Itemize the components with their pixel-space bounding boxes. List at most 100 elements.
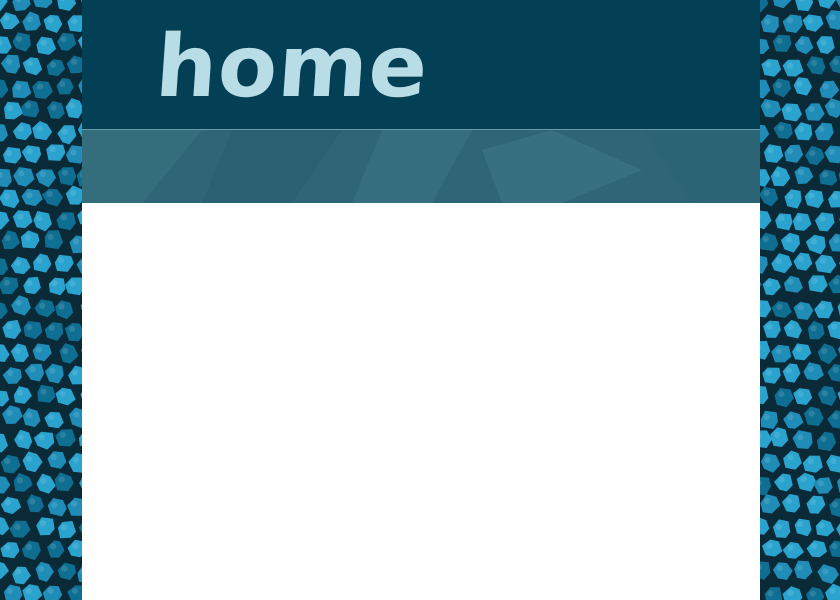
tile-highlight: [40, 388, 47, 395]
tile-highlight: [830, 458, 837, 465]
tile-highlight: [4, 544, 11, 551]
tile-highlight: [808, 410, 815, 417]
tile-highlight: [36, 215, 43, 222]
tile-highlight: [71, 58, 78, 65]
tile-highlight: [787, 17, 794, 24]
tile-highlight: [47, 233, 54, 240]
tile-highlight: [71, 588, 79, 595]
tile-highlight: [787, 323, 794, 330]
tile-highlight: [778, 390, 785, 398]
tile-highlight: [73, 238, 80, 245]
tile-highlight: [39, 520, 47, 527]
tile-highlight: [61, 169, 68, 176]
tile-highlight: [829, 14, 836, 21]
tile-highlight: [15, 299, 22, 306]
right-mosaic-border: [760, 0, 840, 600]
tile-highlight: [26, 192, 33, 199]
tile-highlight: [764, 18, 771, 25]
tile-highlight: [787, 148, 794, 155]
tile-highlight: [829, 102, 836, 109]
tile-highlight: [59, 80, 66, 87]
tile-highlight: [776, 37, 783, 44]
tile-highlight: [800, 476, 807, 483]
tile-highlight: [24, 102, 32, 109]
tile-highlight: [17, 213, 24, 220]
tile-highlight: [69, 102, 76, 109]
tile-highlight: [6, 409, 13, 416]
tile-highlight: [26, 148, 33, 155]
tile-highlight: [58, 303, 65, 310]
tile-highlight: [833, 278, 840, 285]
tile-highlight: [819, 258, 827, 265]
tile-highlight: [810, 325, 817, 332]
tile-highlight: [49, 367, 56, 374]
tile-highlight: [47, 587, 54, 595]
tile-highlight: [71, 369, 79, 376]
tile-highlight: [40, 39, 47, 46]
tile-highlight: [822, 83, 829, 90]
tile-highlight: [798, 38, 805, 46]
tile-highlight: [811, 60, 818, 67]
tile-highlight: [787, 193, 794, 200]
tile-highlight: [46, 190, 53, 197]
tile-highlight: [60, 36, 67, 43]
tile-highlight: [778, 215, 785, 222]
tile-highlight: [50, 453, 57, 460]
tile-highlight: [69, 280, 76, 287]
tile-highlight: [787, 454, 794, 461]
tile-highlight: [796, 564, 804, 571]
tile-highlight: [72, 456, 80, 464]
tile-highlight: [831, 193, 839, 200]
tile-highlight: [49, 146, 56, 153]
tile-highlight: [787, 414, 794, 421]
tile-highlight: [785, 236, 792, 243]
tile-highlight: [822, 568, 829, 575]
tile-highlight: [29, 366, 36, 373]
tile-highlight: [809, 498, 817, 505]
tile-highlight: [819, 215, 826, 222]
tile-highlight: [73, 411, 80, 418]
tile-highlight: [833, 237, 840, 244]
tile-highlight: [766, 542, 773, 549]
tile-highlight: [58, 476, 65, 483]
tile-highlight: [17, 389, 24, 396]
tile-highlight: [29, 498, 36, 505]
tile-highlight: [70, 500, 78, 507]
tile-highlight: [764, 456, 771, 464]
page-title: home: [152, 17, 432, 117]
tile-highlight: [48, 324, 55, 331]
tile-highlight: [4, 458, 11, 465]
tile-highlight: [831, 543, 838, 550]
tile-highlight: [36, 257, 43, 264]
tile-highlight: [795, 345, 802, 353]
tile-highlight: [26, 280, 33, 287]
tile-highlight: [821, 347, 828, 354]
tile-highlight: [767, 147, 774, 154]
tile-highlight: [807, 366, 814, 373]
tile-highlight: [775, 82, 782, 89]
tile-highlight: [797, 434, 804, 441]
tile-highlight: [50, 104, 57, 111]
tile-highlight: [810, 238, 817, 245]
tile-highlight: [36, 125, 43, 132]
tile-highlight: [796, 80, 803, 87]
tile-highlight: [811, 277, 818, 284]
mosaic-pattern: [760, 0, 840, 600]
tile-highlight: [831, 501, 838, 508]
tile-highlight: [4, 499, 12, 506]
tile-highlight: [820, 435, 827, 443]
tile-highlight: [38, 434, 45, 441]
tile-highlight: [765, 280, 772, 287]
page-header: home: [82, 0, 760, 129]
tile-highlight: [68, 325, 76, 332]
left-mosaic-border: [0, 0, 82, 600]
tile-highlight: [763, 189, 770, 197]
tile-highlight: [26, 412, 33, 419]
tile-highlight: [797, 390, 804, 398]
tile-highlight: [39, 171, 47, 178]
tile-highlight: [26, 60, 33, 67]
tile-highlight: [18, 170, 25, 177]
tile-highlight: [35, 346, 42, 353]
tile-highlight: [5, 58, 13, 65]
tile-highlight: [775, 348, 782, 355]
